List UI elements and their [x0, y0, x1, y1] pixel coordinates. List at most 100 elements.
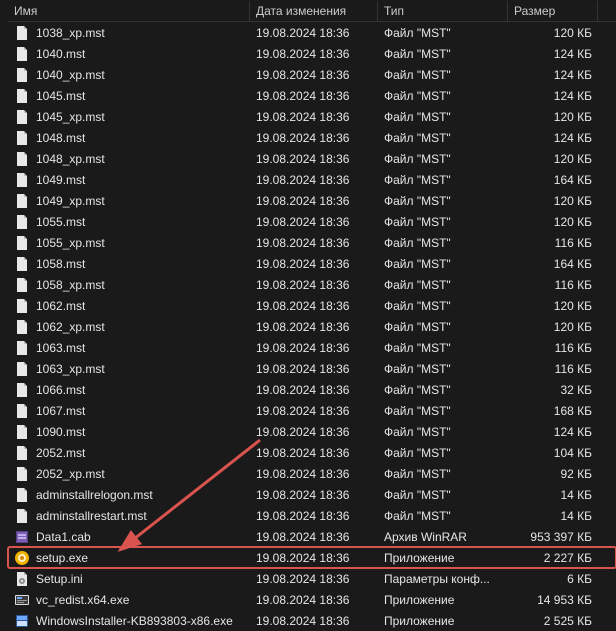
- file-type-cell: Файл "MST": [378, 278, 508, 292]
- file-name-cell: 1045.mst: [8, 88, 250, 104]
- file-icon: [14, 403, 30, 419]
- file-name-cell: 1048_xp.mst: [8, 151, 250, 167]
- file-type-cell: Файл "MST": [378, 446, 508, 460]
- file-date-cell: 19.08.2024 18:36: [250, 593, 378, 607]
- file-row[interactable]: 1062.mst19.08.2024 18:36Файл "MST"120 КБ: [8, 295, 616, 316]
- file-date-cell: 19.08.2024 18:36: [250, 530, 378, 544]
- file-icon: [14, 382, 30, 398]
- file-row[interactable]: 1045.mst19.08.2024 18:36Файл "MST"124 КБ: [8, 85, 616, 106]
- file-size-cell: 124 КБ: [508, 47, 598, 61]
- file-name-label: 1058.mst: [36, 257, 85, 271]
- file-type-cell: Файл "MST": [378, 383, 508, 397]
- file-row[interactable]: 1062_xp.mst19.08.2024 18:36Файл "MST"120…: [8, 316, 616, 337]
- file-icon: [14, 277, 30, 293]
- file-size-cell: 124 КБ: [508, 68, 598, 82]
- file-icon: [14, 361, 30, 377]
- file-row[interactable]: 1048.mst19.08.2024 18:36Файл "MST"124 КБ: [8, 127, 616, 148]
- file-type-cell: Файл "MST": [378, 257, 508, 271]
- file-row[interactable]: 1063.mst19.08.2024 18:36Файл "MST"116 КБ: [8, 337, 616, 358]
- file-row[interactable]: adminstallrelogon.mst19.08.2024 18:36Фай…: [8, 484, 616, 505]
- file-row[interactable]: 1067.mst19.08.2024 18:36Файл "MST"168 КБ: [8, 400, 616, 421]
- file-name-label: 1048.mst: [36, 131, 85, 145]
- file-row[interactable]: 1049_xp.mst19.08.2024 18:36Файл "MST"120…: [8, 190, 616, 211]
- file-row[interactable]: 1058_xp.mst19.08.2024 18:36Файл "MST"116…: [8, 274, 616, 295]
- file-row[interactable]: WindowsInstaller-KB893803-x86.exe19.08.2…: [8, 610, 616, 631]
- column-header-type[interactable]: Тип: [378, 1, 508, 21]
- file-icon: [14, 25, 30, 41]
- file-name-cell: 2052_xp.mst: [8, 466, 250, 482]
- file-size-cell: 120 КБ: [508, 299, 598, 313]
- file-name-label: 1040_xp.mst: [36, 68, 105, 82]
- file-row[interactable]: 1048_xp.mst19.08.2024 18:36Файл "MST"120…: [8, 148, 616, 169]
- file-row[interactable]: setup.exe19.08.2024 18:36Приложение2 227…: [8, 547, 616, 568]
- file-name-cell: 1055_xp.mst: [8, 235, 250, 251]
- file-size-cell: 92 КБ: [508, 467, 598, 481]
- file-name-cell: Setup.ini: [8, 571, 250, 587]
- file-row[interactable]: 1055.mst19.08.2024 18:36Файл "MST"120 КБ: [8, 211, 616, 232]
- file-size-cell: 124 КБ: [508, 89, 598, 103]
- file-name-label: Setup.ini: [36, 572, 83, 586]
- file-name-cell: setup.exe: [8, 550, 250, 566]
- file-name-cell: 1062_xp.mst: [8, 319, 250, 335]
- column-header-date[interactable]: Дата изменения: [250, 1, 378, 21]
- column-header-name[interactable]: Имя: [8, 1, 250, 21]
- file-row[interactable]: vc_redist.x64.exe19.08.2024 18:36Приложе…: [8, 589, 616, 610]
- file-name-label: 1067.mst: [36, 404, 85, 418]
- file-size-cell: 6 КБ: [508, 572, 598, 586]
- file-name-cell: 1066.mst: [8, 382, 250, 398]
- file-name-cell: 1063.mst: [8, 340, 250, 356]
- file-size-cell: 164 КБ: [508, 173, 598, 187]
- file-name-label: Data1.cab: [36, 530, 91, 544]
- file-row[interactable]: 1090.mst19.08.2024 18:36Файл "MST"124 КБ: [8, 421, 616, 442]
- file-size-cell: 164 КБ: [508, 257, 598, 271]
- file-name-label: 1048_xp.mst: [36, 152, 105, 166]
- file-row[interactable]: 1055_xp.mst19.08.2024 18:36Файл "MST"116…: [8, 232, 616, 253]
- file-row[interactable]: 1045_xp.mst19.08.2024 18:36Файл "MST"120…: [8, 106, 616, 127]
- file-name-label: 1090.mst: [36, 425, 85, 439]
- file-size-cell: 14 953 КБ: [508, 593, 598, 607]
- column-header-size[interactable]: Размер: [508, 1, 598, 21]
- file-name-cell: 1049.mst: [8, 172, 250, 188]
- file-size-cell: 124 КБ: [508, 425, 598, 439]
- file-size-cell: 120 КБ: [508, 194, 598, 208]
- file-date-cell: 19.08.2024 18:36: [250, 278, 378, 292]
- file-row[interactable]: 1040.mst19.08.2024 18:36Файл "MST"124 КБ: [8, 43, 616, 64]
- file-type-cell: Файл "MST": [378, 194, 508, 208]
- file-date-cell: 19.08.2024 18:36: [250, 299, 378, 313]
- file-type-cell: Файл "MST": [378, 110, 508, 124]
- file-row[interactable]: 2052.mst19.08.2024 18:36Файл "MST"104 КБ: [8, 442, 616, 463]
- exe-yellow-icon: [14, 550, 30, 566]
- file-row[interactable]: 1066.mst19.08.2024 18:36Файл "MST"32 КБ: [8, 379, 616, 400]
- file-date-cell: 19.08.2024 18:36: [250, 446, 378, 460]
- file-row[interactable]: 1038_xp.mst19.08.2024 18:36Файл "MST"120…: [8, 22, 616, 43]
- file-size-cell: 2 525 КБ: [508, 614, 598, 628]
- file-name-label: 1063_xp.mst: [36, 362, 105, 376]
- file-name-cell: 1058.mst: [8, 256, 250, 272]
- file-name-label: 1063.mst: [36, 341, 85, 355]
- file-row[interactable]: 1049.mst19.08.2024 18:36Файл "MST"164 КБ: [8, 169, 616, 190]
- file-row[interactable]: Setup.ini19.08.2024 18:36Параметры конф.…: [8, 568, 616, 589]
- file-row[interactable]: Data1.cab19.08.2024 18:36Архив WinRAR953…: [8, 526, 616, 547]
- msi-icon: [14, 613, 30, 629]
- file-name-label: adminstallrelogon.mst: [36, 488, 153, 502]
- file-size-cell: 120 КБ: [508, 26, 598, 40]
- file-icon: [14, 424, 30, 440]
- file-row[interactable]: adminstallrestart.mst19.08.2024 18:36Фай…: [8, 505, 616, 526]
- file-row[interactable]: 1058.mst19.08.2024 18:36Файл "MST"164 КБ: [8, 253, 616, 274]
- file-name-label: 1040.mst: [36, 47, 85, 61]
- file-name-label: 1045_xp.mst: [36, 110, 105, 124]
- file-size-cell: 116 КБ: [508, 362, 598, 376]
- file-row[interactable]: 1063_xp.mst19.08.2024 18:36Файл "MST"116…: [8, 358, 616, 379]
- file-date-cell: 19.08.2024 18:36: [250, 341, 378, 355]
- file-row[interactable]: 2052_xp.mst19.08.2024 18:36Файл "MST"92 …: [8, 463, 616, 484]
- file-row[interactable]: 1040_xp.mst19.08.2024 18:36Файл "MST"124…: [8, 64, 616, 85]
- file-name-cell: 1048.mst: [8, 130, 250, 146]
- file-name-label: vc_redist.x64.exe: [36, 593, 129, 607]
- file-type-cell: Файл "MST": [378, 509, 508, 523]
- file-name-label: 1049.mst: [36, 173, 85, 187]
- file-date-cell: 19.08.2024 18:36: [250, 383, 378, 397]
- file-size-cell: 116 КБ: [508, 341, 598, 355]
- file-name-label: 2052.mst: [36, 446, 85, 460]
- file-date-cell: 19.08.2024 18:36: [250, 194, 378, 208]
- file-icon: [14, 508, 30, 524]
